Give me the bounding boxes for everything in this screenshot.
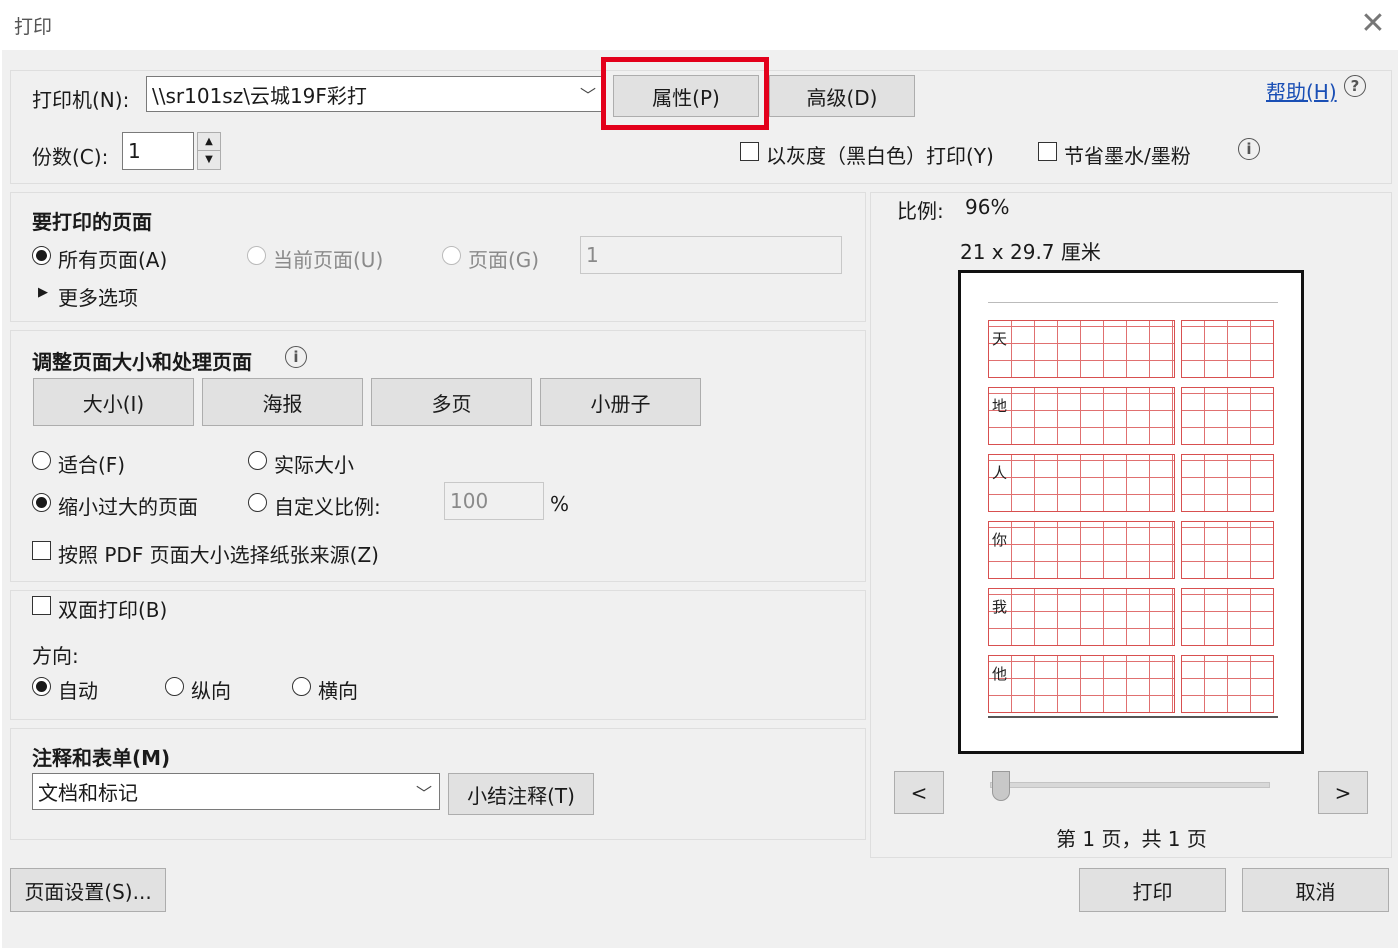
sheet-rows: 天 地 人 你 我 他 <box>968 280 1294 744</box>
tab-poster[interactable]: 海报 <box>202 378 363 426</box>
page-slider-thumb[interactable] <box>992 771 1010 801</box>
next-page-button[interactable]: > <box>1318 771 1368 814</box>
tab-booklet[interactable]: 小册子 <box>540 378 701 426</box>
chevron-down-icon: ﹀ <box>579 86 596 105</box>
page-setup-button[interactable]: 页面设置(S)... <box>10 868 166 912</box>
writing-grid <box>988 588 1175 646</box>
custom-scale-label: 自定义比例: <box>274 495 381 519</box>
printer-label: 打印机(N): <box>32 88 130 112</box>
more-options-label[interactable]: 更多选项 <box>58 282 138 311</box>
all-pages-radio[interactable] <box>32 246 51 265</box>
writing-grid <box>1181 655 1274 713</box>
page-indicator: 第 1 页，共 1 页 <box>1056 827 1207 851</box>
comments-heading: 注释和表单(M) <box>32 746 171 770</box>
sheet-character: 他 <box>992 665 1008 683</box>
shrink-label: 缩小过大的页面 <box>58 495 198 519</box>
window-title: 打印 <box>14 16 53 38</box>
stepper-up-icon[interactable]: ▲ <box>198 133 220 151</box>
sheet-character: 我 <box>992 598 1008 616</box>
pages-heading: 要打印的页面 <box>32 210 152 234</box>
comments-select-value: 文档和标记 <box>38 781 138 805</box>
copies-input[interactable]: 1 <box>122 132 194 170</box>
scale-label: 比例: <box>897 199 944 223</box>
duplex-label: 双面打印(B) <box>58 598 168 622</box>
writing-grid <box>988 387 1175 445</box>
help-link[interactable]: 帮助(H) <box>1266 76 1337 105</box>
writing-grid <box>1181 521 1274 579</box>
copies-label: 份数(C): <box>32 145 109 169</box>
cancel-button[interactable]: 取消 <box>1242 868 1389 912</box>
scale-value: 96% <box>965 195 1010 219</box>
comments-chevron-down-icon: ﹀ <box>415 783 432 803</box>
grayscale-checkbox[interactable] <box>740 142 759 161</box>
advanced-button[interactable]: 高级(D) <box>769 75 915 117</box>
close-icon[interactable]: ✕ <box>1355 6 1391 42</box>
print-button[interactable]: 打印 <box>1079 868 1226 912</box>
preview-sheet: 天 地 人 你 我 他 <box>968 280 1294 744</box>
prev-page-button[interactable]: < <box>894 771 944 814</box>
page-range-input[interactable]: 1 <box>580 236 842 274</box>
writing-grid <box>1181 454 1274 512</box>
writing-grid <box>988 655 1175 713</box>
current-page-radio[interactable] <box>247 246 266 265</box>
printer-select[interactable]: \\sr101sz\云城19F彩打 ﹀ <box>146 76 604 112</box>
writing-grid <box>988 521 1175 579</box>
orientation-label: 方向: <box>32 644 79 668</box>
duplex-checkbox[interactable] <box>32 596 51 615</box>
title-bar: 打印 ✕ <box>0 0 1400 50</box>
current-page-label: 当前页面(U) <box>273 248 384 272</box>
comments-select[interactable]: 文档和标记 ﹀ <box>32 773 440 810</box>
expand-triangle-icon[interactable]: ▶ <box>38 285 48 300</box>
percent-label: % <box>550 492 570 516</box>
print-preview-page: 天 地 人 你 我 他 <box>958 270 1304 754</box>
fit-label: 适合(F) <box>58 453 126 477</box>
shrink-radio[interactable] <box>32 493 51 512</box>
page-range-label: 页面(G) <box>468 248 540 272</box>
sheet-character: 天 <box>992 330 1008 348</box>
tab-size[interactable]: 大小(I) <box>33 378 194 426</box>
sheet-character: 人 <box>992 464 1008 482</box>
fit-radio[interactable] <box>32 451 51 470</box>
info-icon[interactable]: i <box>1238 138 1260 160</box>
writing-grid <box>1181 320 1274 378</box>
help-icon[interactable]: ? <box>1344 75 1366 97</box>
sizing-info-icon[interactable]: i <box>285 346 307 368</box>
stepper-down-icon[interactable]: ▼ <box>198 151 220 169</box>
properties-button[interactable]: 属性(P) <box>613 75 759 117</box>
actual-size-radio[interactable] <box>248 451 267 470</box>
orientation-portrait-radio[interactable] <box>165 677 184 696</box>
sizing-heading: 调整页面大小和处理页面 <box>32 350 252 374</box>
custom-scale-input[interactable]: 100 <box>444 482 544 520</box>
paper-size: 21 x 29.7 厘米 <box>960 240 1101 264</box>
page-slider-track[interactable] <box>990 782 1270 788</box>
printer-select-value: \\sr101sz\云城19F彩打 <box>152 83 367 108</box>
copies-stepper[interactable]: ▲ ▼ <box>197 132 221 170</box>
all-pages-label: 所有页面(A) <box>58 248 168 272</box>
sheet-character: 地 <box>992 397 1008 415</box>
save-ink-label: 节省墨水/墨粉 <box>1064 144 1191 168</box>
sheet-character: 你 <box>992 531 1008 549</box>
actual-size-label: 实际大小 <box>274 453 354 477</box>
orientation-landscape-radio[interactable] <box>292 677 311 696</box>
orientation-auto-radio[interactable] <box>32 677 51 696</box>
writing-grid <box>988 320 1175 378</box>
writing-grid <box>1181 588 1274 646</box>
paper-source-checkbox[interactable] <box>32 541 51 560</box>
orientation-auto-label: 自动 <box>58 679 98 703</box>
orientation-landscape-label: 横向 <box>318 679 358 703</box>
summarize-comments-button[interactable]: 小结注释(T) <box>448 773 594 815</box>
paper-source-label: 按照 PDF 页面大小选择纸张来源(Z) <box>58 543 379 567</box>
save-ink-checkbox[interactable] <box>1038 142 1057 161</box>
orientation-portrait-label: 纵向 <box>191 679 231 703</box>
grayscale-label: 以灰度（黑白色）打印(Y) <box>766 144 994 168</box>
custom-scale-radio[interactable] <box>248 493 267 512</box>
tab-multiple[interactable]: 多页 <box>371 378 532 426</box>
writing-grid <box>1181 387 1274 445</box>
page-range-radio[interactable] <box>442 246 461 265</box>
writing-grid <box>988 454 1175 512</box>
